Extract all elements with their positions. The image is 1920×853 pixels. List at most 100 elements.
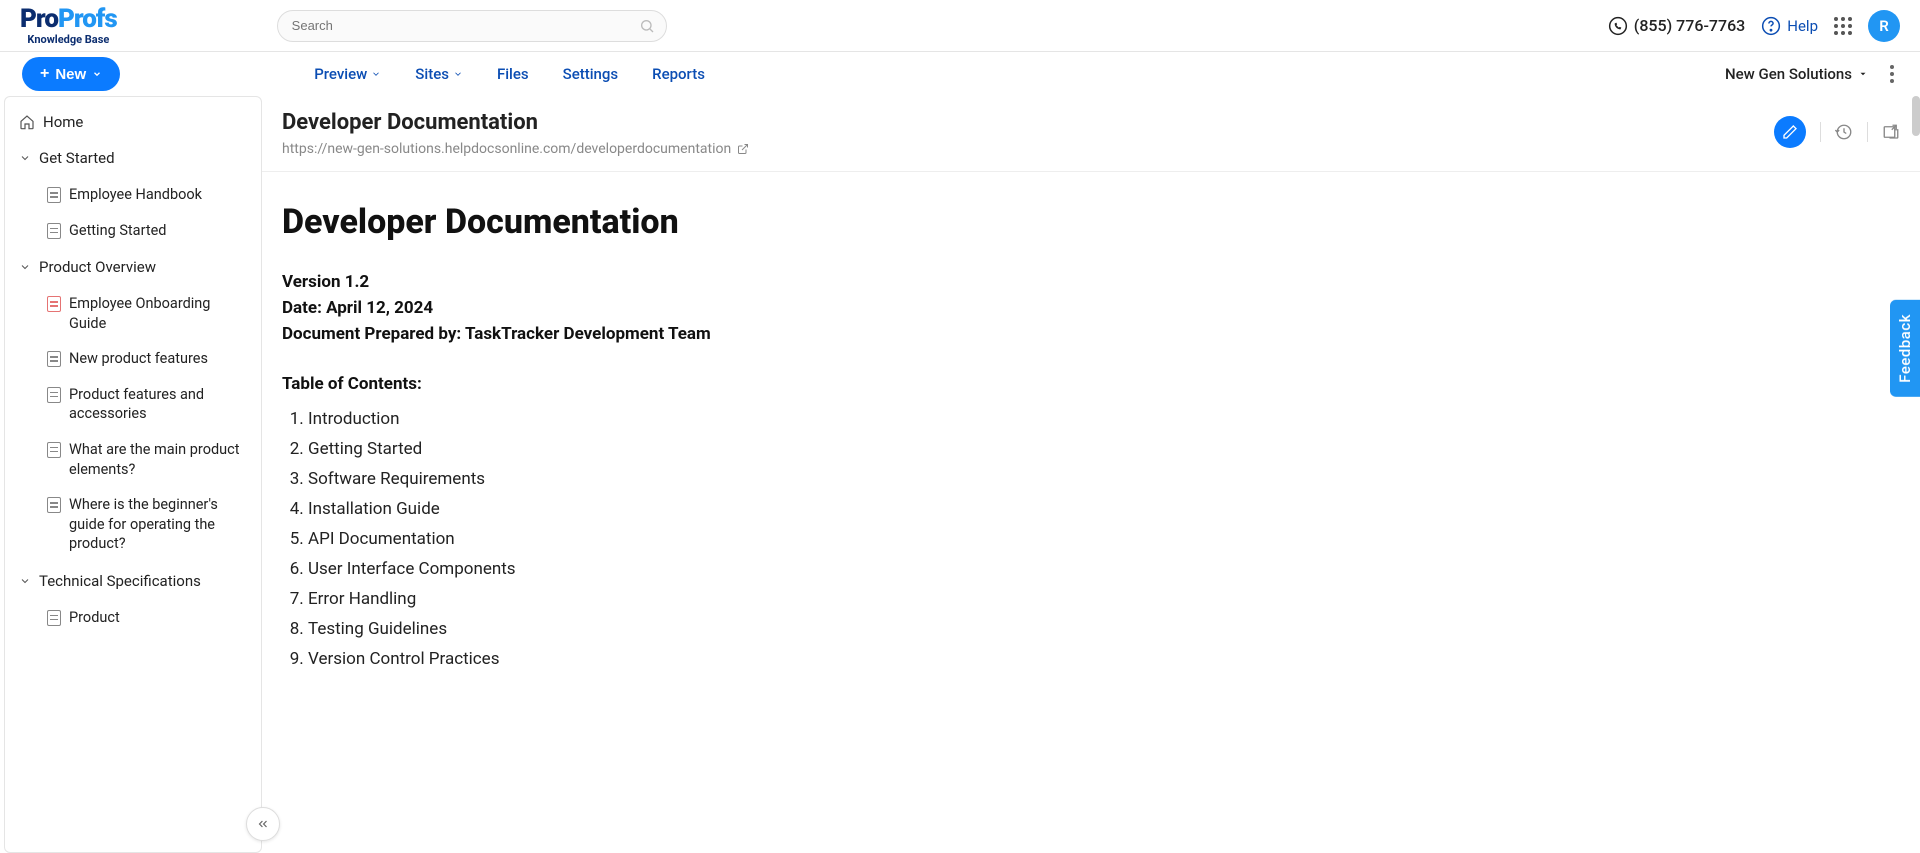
site-name: New Gen Solutions (1725, 65, 1852, 83)
edit-button[interactable] (1774, 116, 1806, 148)
toc-title: Table of Contents: (282, 374, 1432, 394)
sidebar-item-label: New product features (69, 349, 208, 369)
history-icon (1835, 123, 1853, 141)
toc-item[interactable]: Installation Guide (308, 494, 1432, 524)
sidebar-home-label: Home (43, 113, 83, 131)
nav-tabs: Preview Sites Files Settings Reports (314, 65, 705, 83)
tab-sites[interactable]: Sites (415, 65, 463, 83)
sidebar-item[interactable]: What are the main product elements? (5, 432, 261, 487)
tab-preview[interactable]: Preview (314, 65, 381, 83)
chevron-down-icon (19, 261, 31, 273)
help-icon (1761, 16, 1781, 36)
search-icon[interactable] (639, 18, 655, 34)
document-version: Version 1.2 (282, 272, 1432, 292)
sidebar-item-label: Product (69, 608, 120, 628)
toc-list: IntroductionGetting StartedSoftware Requ… (282, 404, 1432, 674)
document-heading: Developer Documentation (282, 202, 1432, 242)
tab-label: Settings (563, 65, 619, 83)
logo-text: ProProfs (20, 6, 117, 32)
sidebar: Home Get Started Employee Handbook Getting… (4, 96, 262, 853)
help-link[interactable]: Help (1761, 16, 1818, 36)
page-url[interactable]: https://new-gen-solutions.helpdocsonline… (282, 141, 1774, 157)
page-header-left: Developer Documentation https://new-gen-… (282, 110, 1774, 157)
chevron-down-icon (371, 69, 381, 79)
feedback-tab[interactable]: Feedback (1890, 300, 1920, 397)
plus-icon: + (40, 65, 49, 83)
logo-profs: Profs (58, 4, 117, 34)
expand-button[interactable] (1882, 123, 1900, 141)
page-header: Developer Documentation https://new-gen-… (262, 96, 1920, 172)
search-wrap (277, 10, 667, 42)
logo[interactable]: ProProfs Knowledge Base (20, 6, 117, 45)
document-body: Developer Documentation Version 1.2 Date… (262, 172, 1462, 734)
document-date: Date: April 12, 2024 (282, 298, 1432, 318)
tab-label: Reports (652, 65, 705, 83)
scrollbar[interactable] (1912, 96, 1920, 136)
toc-item[interactable]: Software Requirements (308, 464, 1432, 494)
external-link-icon (737, 143, 749, 155)
topbar-right: (855) 776-7763 Help R (1608, 10, 1900, 42)
tab-reports[interactable]: Reports (652, 65, 705, 83)
chevron-down-icon (19, 575, 31, 587)
tab-label: Sites (415, 65, 449, 83)
toc-item[interactable]: User Interface Components (308, 554, 1432, 584)
phone-number: (855) 776-7763 (1634, 16, 1745, 35)
feedback-label: Feedback (1896, 314, 1914, 383)
avatar-initial: R (1879, 17, 1889, 35)
sidebar-item-label: What are the main product elements? (69, 440, 247, 479)
tab-files[interactable]: Files (497, 65, 529, 83)
help-label: Help (1787, 17, 1818, 35)
sidebar-item[interactable]: Where is the beginner's guide for operat… (5, 487, 261, 562)
document-icon (47, 387, 61, 403)
caret-down-icon (1858, 69, 1868, 79)
sidebar-item[interactable]: Getting Started (5, 213, 261, 249)
sidebar-section-label: Product Overview (39, 258, 156, 276)
kebab-menu[interactable] (1886, 61, 1898, 87)
phone-link[interactable]: (855) 776-7763 (1608, 16, 1745, 36)
toc-item[interactable]: Version Control Practices (308, 644, 1432, 674)
tab-label: Files (497, 65, 529, 83)
main-layout: Home Get Started Employee Handbook Getting… (0, 96, 1920, 853)
sidebar-section-label: Technical Specifications (39, 572, 201, 590)
toc-item[interactable]: API Documentation (308, 524, 1432, 554)
sidebar-item[interactable]: Product (5, 600, 261, 636)
toc-item[interactable]: Testing Guidelines (308, 614, 1432, 644)
chevron-down-icon (92, 69, 102, 79)
collapse-sidebar-button[interactable] (246, 807, 280, 841)
sidebar-home[interactable]: Home (5, 105, 261, 139)
sub-bar: + New Preview Sites Files Settings Repor… (0, 52, 1920, 96)
avatar[interactable]: R (1868, 10, 1900, 42)
sidebar-section[interactable]: Get Started (5, 139, 261, 177)
logo-pro: Pro (20, 4, 58, 34)
main-content: Developer Documentation https://new-gen-… (262, 96, 1920, 853)
divider (1867, 122, 1868, 142)
sidebar-section-label: Get Started (39, 149, 115, 167)
logo-subtitle: Knowledge Base (27, 34, 109, 45)
history-button[interactable] (1835, 123, 1853, 141)
sidebar-item-label: Getting Started (69, 221, 166, 241)
site-dropdown[interactable]: New Gen Solutions (1725, 65, 1868, 83)
document-icon (47, 223, 61, 239)
search-input[interactable] (277, 10, 667, 42)
sidebar-section[interactable]: Technical Specifications (5, 562, 261, 600)
sidebar-item[interactable]: New product features (5, 341, 261, 377)
tab-label: Preview (314, 65, 367, 83)
toc-item[interactable]: Getting Started (308, 434, 1432, 464)
page-header-actions (1774, 116, 1900, 148)
toc-item[interactable]: Introduction (308, 404, 1432, 434)
top-bar: ProProfs Knowledge Base (855) 776-7763 H… (0, 0, 1920, 52)
sidebar-item[interactable]: Employee Onboarding Guide (5, 286, 261, 341)
phone-icon (1608, 16, 1628, 36)
sidebar-item[interactable]: Employee Handbook (5, 177, 261, 213)
sidebar-item-label: Employee Onboarding Guide (69, 294, 247, 333)
page-title: Developer Documentation (282, 110, 1774, 135)
document-icon (47, 351, 61, 367)
toc-item[interactable]: Error Handling (308, 584, 1432, 614)
apps-icon[interactable] (1834, 17, 1852, 35)
sidebar-item[interactable]: Product features and accessories (5, 377, 261, 432)
new-button[interactable]: + New (22, 57, 120, 91)
sidebar-section[interactable]: Product Overview (5, 248, 261, 286)
document-icon (47, 296, 61, 312)
sidebar-item-label: Where is the beginner's guide for operat… (69, 495, 247, 554)
tab-settings[interactable]: Settings (563, 65, 619, 83)
